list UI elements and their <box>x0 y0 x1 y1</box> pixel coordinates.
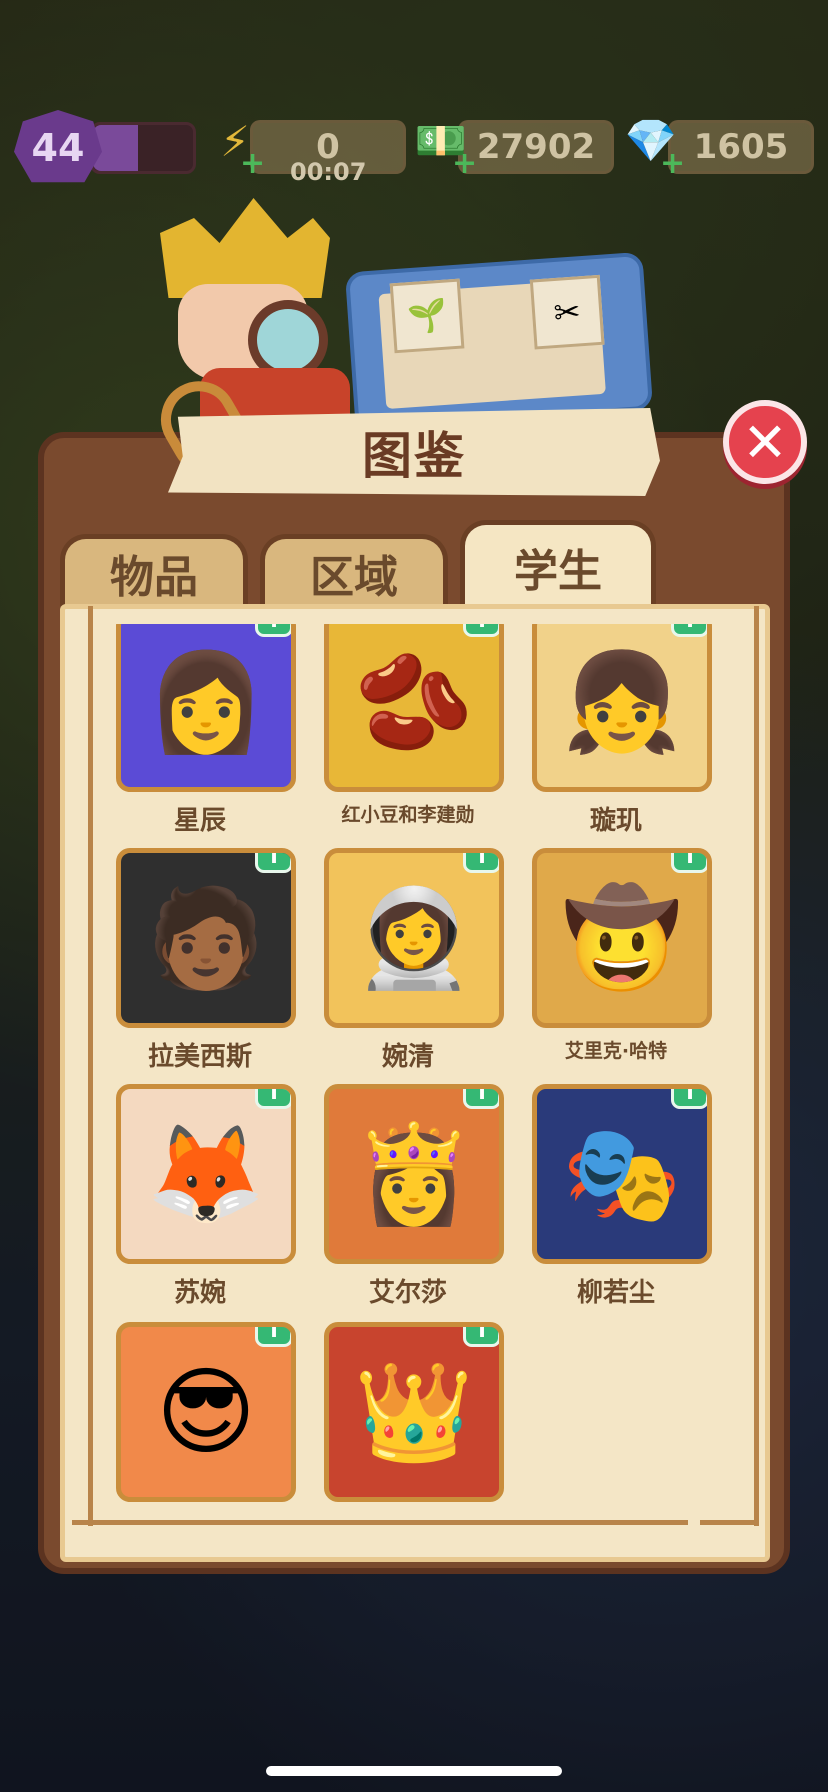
starry-girl-avatar: 👩 <box>146 646 266 758</box>
bottom-divider-right <box>700 1520 756 1525</box>
white-hair-girl-avatar: 👸 <box>354 1118 474 1230</box>
cash-counter[interactable]: 27902 <box>458 120 614 174</box>
red-bean-avatar: 🫘 <box>354 646 474 758</box>
astronaut-girl-avatar: 👩‍🚀 <box>354 882 474 994</box>
plant-note-icon: 🌱 <box>389 278 465 354</box>
student-name: 艾里克·哈特 <box>564 1040 668 1062</box>
folder-icon: 🌱 ✂ <box>344 251 654 431</box>
info-icon[interactable]: i <box>463 1327 499 1347</box>
info-icon[interactable]: i <box>255 1089 291 1109</box>
student-card[interactable]: 🤠 i 艾里克·哈特 <box>512 848 720 1063</box>
crown-hat-icon <box>160 198 330 298</box>
gem-plus-icon[interactable]: + <box>660 149 685 179</box>
tab-students[interactable]: 学生 <box>460 520 656 608</box>
opera-crown-avatar: 👑 <box>354 1356 474 1468</box>
info-icon[interactable]: i <box>671 1089 707 1109</box>
panel-title: 图鉴 <box>168 408 660 496</box>
student-card[interactable]: 👸 i 艾尔莎 <box>304 1084 512 1309</box>
fox-mask-girl-avatar: 🦊 <box>146 1118 266 1230</box>
explorer-avatar: 🤠 <box>562 882 682 994</box>
student-portrait[interactable]: 🦊 i <box>116 1084 296 1264</box>
student-card[interactable]: 😎 i <box>96 1322 304 1510</box>
student-name: 璇玑 <box>589 806 642 836</box>
info-icon[interactable]: i <box>463 624 499 637</box>
info-icon[interactable]: i <box>671 853 707 873</box>
info-icon[interactable]: i <box>671 624 707 637</box>
student-portrait[interactable]: 🫘i <box>324 624 504 792</box>
student-name: 苏婉 <box>173 1278 226 1308</box>
sunglasses-girl-avatar: 😎 <box>155 1356 257 1468</box>
student-card[interactable]: 🧑🏾 i 拉美西斯 <box>96 848 304 1073</box>
student-portrait[interactable]: 👸 i <box>324 1084 504 1264</box>
energy-plus-icon[interactable]: + <box>240 149 265 179</box>
student-portrait[interactable]: 👧i <box>532 624 712 792</box>
student-name: 柳若尘 <box>576 1278 655 1308</box>
level-badge[interactable]: 44 <box>14 110 102 183</box>
student-card[interactable]: 🎭 i 柳若尘 <box>512 1084 720 1309</box>
student-card[interactable]: 🫘i红小豆和李建勋 <box>304 624 512 827</box>
student-card[interactable]: 🦊 i 苏婉 <box>96 1084 304 1309</box>
student-card[interactable]: 👩i星辰 <box>96 624 304 837</box>
pharaoh-avatar: 🧑🏾 <box>146 882 266 994</box>
info-icon[interactable]: i <box>255 624 291 637</box>
student-portrait[interactable]: 👩i <box>116 624 296 792</box>
student-name: 婉清 <box>381 1042 434 1072</box>
student-name: 艾尔莎 <box>368 1278 447 1308</box>
info-icon[interactable]: i <box>463 853 499 873</box>
student-portrait[interactable]: 👩‍🚀 i <box>324 848 504 1028</box>
info-icon[interactable]: i <box>255 853 291 873</box>
student-grid[interactable]: 👩i星辰🫘i红小豆和李建勋👧i璇玑🧑🏾i拉美西斯👩‍🚀i婉清🤠i艾里克·哈特🦊i… <box>96 624 744 1514</box>
student-card[interactable]: 👩‍🚀 i 婉清 <box>304 848 512 1073</box>
student-name: 星辰 <box>173 806 226 836</box>
scissors-note-icon: ✂ <box>529 274 605 350</box>
info-icon[interactable]: i <box>255 1327 291 1347</box>
cash-value: 27902 <box>476 127 596 167</box>
student-card[interactable]: 👑 i <box>304 1322 512 1510</box>
cash-plus-icon[interactable]: + <box>452 149 477 179</box>
energy-timer: 00:07 <box>290 158 367 186</box>
gem-counter[interactable]: 1605 <box>668 120 814 174</box>
tab-items[interactable]: 物品 <box>60 534 248 606</box>
student-name: 红小豆和李建勋 <box>341 804 475 826</box>
info-icon[interactable]: i <box>463 1089 499 1109</box>
detective-mascot <box>160 198 350 418</box>
bottom-divider <box>72 1520 688 1525</box>
gem-value: 1605 <box>693 127 789 167</box>
level-progress-bar <box>90 122 196 174</box>
right-rail <box>754 606 759 1526</box>
top-hud: 44 0 ⚡ + 00:07 27902 💵 + 1605 💎 + <box>0 110 828 186</box>
student-portrait[interactable]: 🤠 i <box>532 848 712 1028</box>
home-indicator[interactable] <box>266 1766 562 1776</box>
left-rail <box>88 606 93 1526</box>
student-portrait[interactable]: 👑 i <box>324 1322 504 1502</box>
student-portrait[interactable]: 🎭 i <box>532 1084 712 1264</box>
close-icon: ✕ <box>742 410 788 474</box>
tab-areas[interactable]: 区域 <box>260 534 448 606</box>
student-name: 拉美西斯 <box>147 1042 252 1072</box>
student-portrait[interactable]: 😎 i <box>116 1322 296 1502</box>
student-card[interactable]: 👧i璇玑 <box>512 624 720 837</box>
bun-hair-girl-avatar: 👧 <box>562 646 682 758</box>
student-portrait[interactable]: 🧑🏾 i <box>116 848 296 1028</box>
opera-man-avatar: 🎭 <box>562 1118 682 1230</box>
close-button[interactable]: ✕ <box>723 400 807 484</box>
